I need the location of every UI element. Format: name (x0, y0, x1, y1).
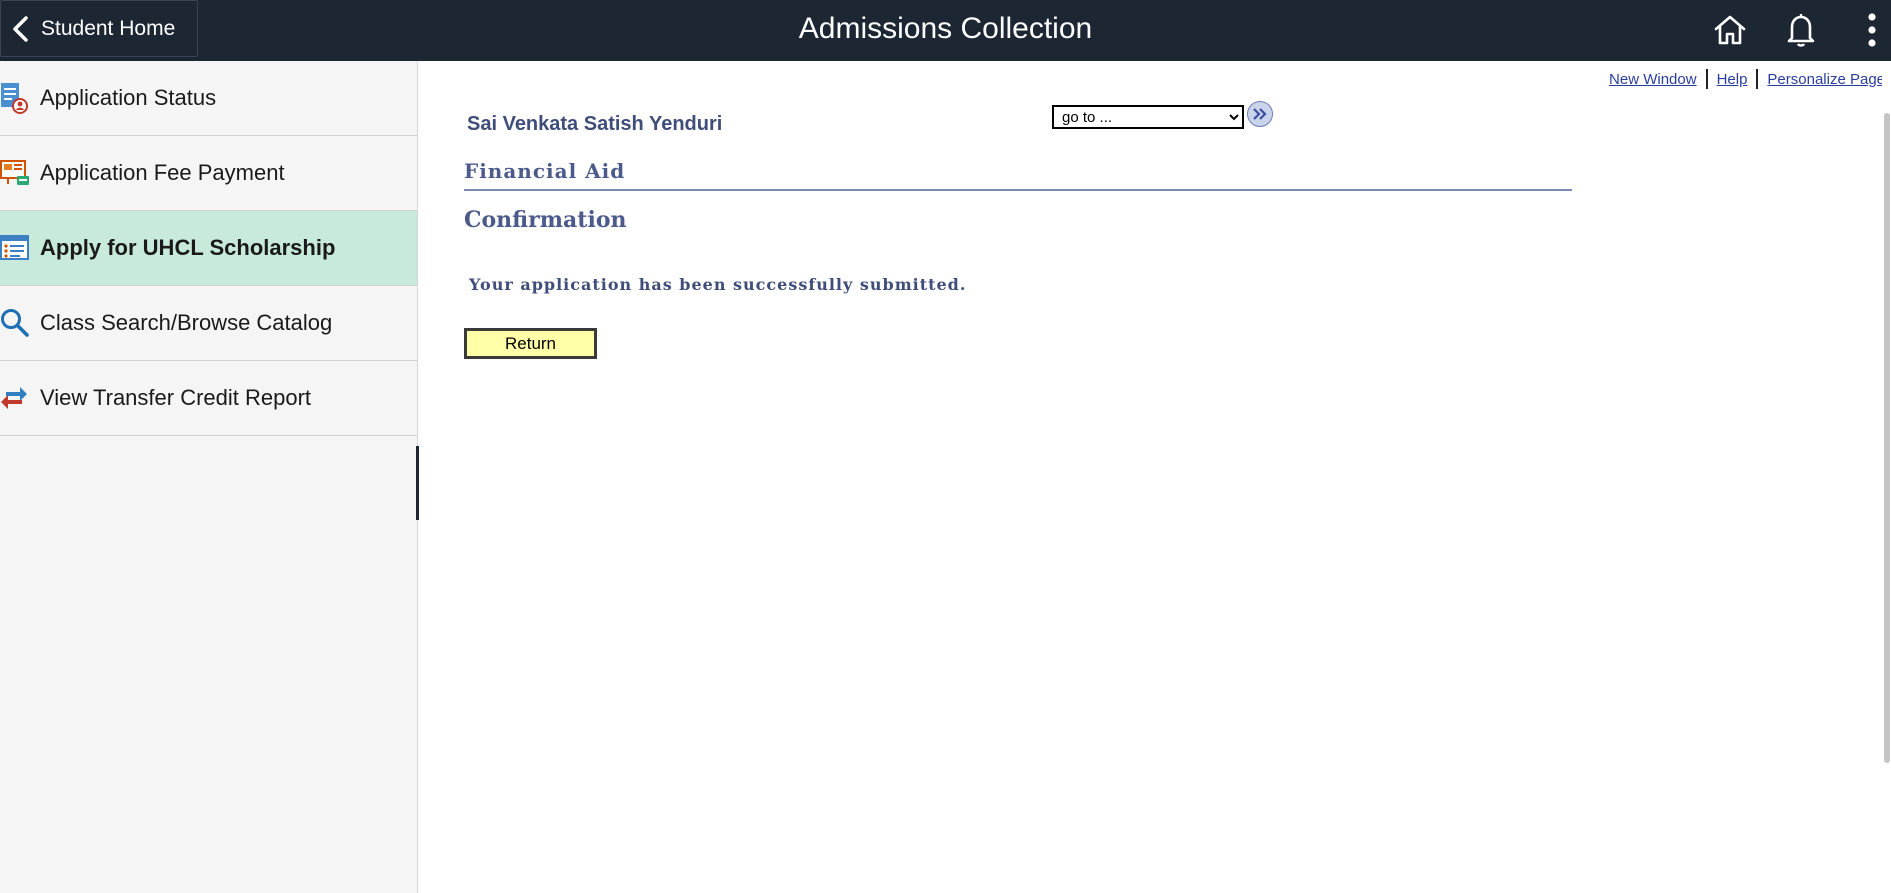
link-divider (1756, 69, 1759, 89)
back-button-label: Student Home (41, 16, 176, 40)
back-student-home-button[interactable]: Student Home (0, 0, 198, 57)
application-status-icon (0, 78, 40, 118)
page-links: New Window Help Personalize Page (1609, 69, 1885, 89)
sidebar-item-application-status[interactable]: Application Status (0, 61, 417, 136)
help-link[interactable]: Help (1717, 71, 1748, 88)
sidebar-item-apply-scholarship[interactable]: Apply for UHCL Scholarship (0, 211, 417, 286)
sidebar-item-application-fee-payment[interactable]: Application Fee Payment (0, 136, 417, 211)
return-button[interactable]: Return (464, 328, 597, 359)
sidebar-item-label: Application Fee Payment (40, 160, 285, 185)
sidebar-item-class-search[interactable]: Class Search/Browse Catalog (0, 286, 417, 361)
search-icon (0, 303, 40, 343)
transfer-arrows-icon (0, 378, 40, 418)
section-title: Financial Aid (464, 159, 626, 183)
app-header: Student Home Admissions Collection (0, 0, 1891, 61)
section-divider (464, 189, 1572, 191)
goto-navigation: go to ... (1052, 101, 1273, 129)
sidebar-item-label: Apply for UHCL Scholarship (40, 235, 336, 260)
sidebar-item-label: View Transfer Credit Report (40, 385, 312, 410)
page-heading: Confirmation (464, 207, 627, 233)
bell-icon[interactable] (1782, 10, 1820, 50)
student-name: Sai Venkata Satish Yenduri (467, 113, 723, 135)
chevron-left-icon (1, 0, 41, 57)
page-scrollbar[interactable] (1882, 61, 1891, 763)
link-divider (1705, 69, 1708, 89)
scrollbar-thumb[interactable] (1884, 113, 1890, 763)
confirmation-message: Your application has been successfully s… (469, 275, 967, 294)
home-icon[interactable] (1711, 10, 1749, 50)
new-window-link[interactable]: New Window (1609, 71, 1697, 88)
personalize-page-link[interactable]: Personalize Page (1767, 71, 1885, 88)
page-title: Admissions Collection (798, 12, 1093, 45)
double-chevron-right-icon[interactable] (1247, 101, 1273, 127)
more-vertical-icon[interactable] (1862, 10, 1882, 50)
fee-payment-icon (0, 153, 40, 193)
sidebar-item-label: Class Search/Browse Catalog (40, 310, 333, 335)
sidebar-nav: Application Status Application Fee Payme… (0, 61, 418, 893)
scholarship-form-icon (0, 228, 40, 268)
goto-select[interactable]: go to ... (1052, 105, 1244, 129)
sidebar-item-label: Application Status (40, 85, 217, 110)
main-content: New Window Help Personalize Page Sai Ven… (419, 61, 1891, 893)
sidebar-item-transfer-credit[interactable]: View Transfer Credit Report (0, 361, 417, 436)
